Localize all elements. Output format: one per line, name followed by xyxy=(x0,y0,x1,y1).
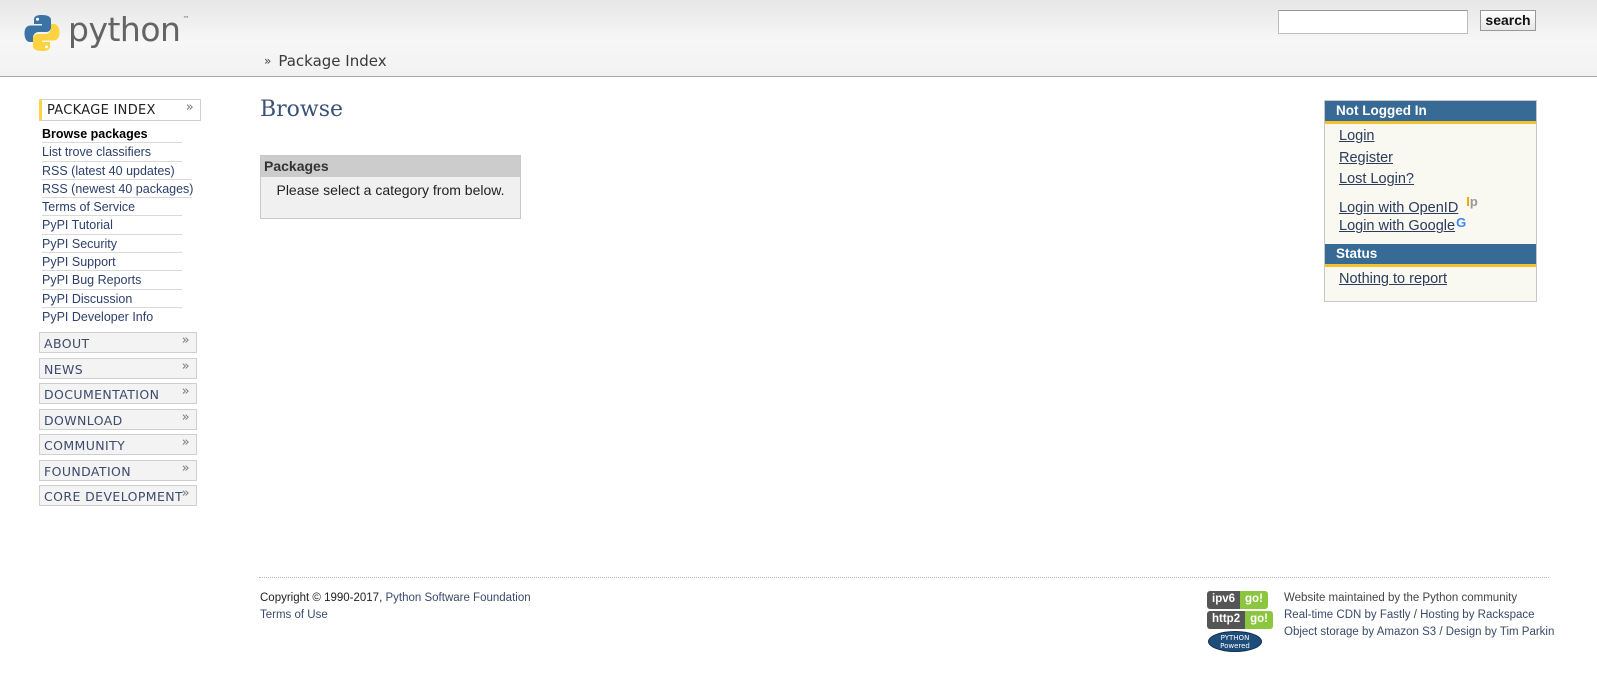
subnav-pypi-security[interactable]: PyPI Security xyxy=(42,235,182,254)
search-button[interactable]: search xyxy=(1480,10,1536,31)
subnav-pypi-support[interactable]: PyPI Support xyxy=(42,253,182,272)
chevron-right-icon: » xyxy=(181,384,190,400)
badge-left: ipv6 xyxy=(1207,591,1241,609)
fastly-link[interactable]: Real-time CDN by Fastly xyxy=(1284,609,1411,621)
subnav-pypi-discussion[interactable]: PyPI Discussion xyxy=(42,290,182,308)
page-title: Browse xyxy=(260,97,344,122)
nav-section-label: FOUNDATION xyxy=(44,463,132,479)
openid-icon[interactable]: Ip xyxy=(1466,191,1478,212)
http2-badge[interactable]: http2 go! xyxy=(1207,611,1275,629)
rackspace-link[interactable]: Hosting by Rackspace xyxy=(1420,609,1534,621)
copyright-text: Copyright © 1990-2017, xyxy=(260,592,383,604)
login-google-row: Login with GoogleG xyxy=(1339,212,1536,234)
not-logged-in-header: Not Logged In xyxy=(1325,101,1536,124)
logo-wordmark: python xyxy=(68,10,181,49)
amazon-s3-link[interactable]: Object storage by Amazon S3 xyxy=(1284,626,1436,638)
python-powered-line-1: PYTHON xyxy=(1220,634,1250,642)
login-link[interactable]: Login xyxy=(1339,126,1536,148)
package-index-subnav: Browse packages List trove classifiers R… xyxy=(39,125,201,326)
badge-right: go! xyxy=(1240,591,1268,609)
chevron-right-icon: » xyxy=(181,333,190,349)
chevron-right-icon: » xyxy=(185,100,194,115)
status-list: Nothing to report xyxy=(1325,267,1536,297)
credit-separator: / xyxy=(1436,626,1446,638)
subnav-pypi-developer-info[interactable]: PyPI Developer Info xyxy=(42,308,182,326)
nav-section-label: COMMUNITY xyxy=(44,438,126,454)
login-google-link[interactable]: Login with Google xyxy=(1339,218,1455,234)
packages-box: Packages Please select a category from b… xyxy=(260,155,521,219)
psf-link[interactable]: Python Software Foundation xyxy=(385,592,530,604)
copyright-line: Copyright © 1990-2017, Python Software F… xyxy=(260,590,531,607)
ipv6-badge[interactable]: ipv6 go! xyxy=(1207,591,1275,609)
nav-section-package-index[interactable]: PACKAGE INDEX » xyxy=(39,99,201,121)
terms-of-use-link[interactable]: Terms of Use xyxy=(260,607,531,624)
storage-line: Object storage by Amazon S3 / Design by … xyxy=(1284,624,1554,641)
lost-login-link[interactable]: Lost Login? xyxy=(1339,169,1536,191)
login-openid-row: Login with OpenID Ip xyxy=(1339,191,1536,216)
status-header: Status xyxy=(1325,243,1536,267)
nav-section-label: ABOUT xyxy=(44,336,90,352)
python-logo-icon xyxy=(24,15,60,51)
nav-section-label: NEWS xyxy=(44,361,84,377)
footer-left: Copyright © 1990-2017, Python Software F… xyxy=(260,590,531,624)
nav-section-label: PACKAGE INDEX xyxy=(47,103,156,118)
chevron-right-icon: » xyxy=(181,409,190,425)
chevron-right-icon: » xyxy=(181,460,190,476)
left-navigation: PACKAGE INDEX » Browse packages List tro… xyxy=(39,99,201,511)
packages-box-header: Packages xyxy=(261,156,520,177)
subnav-rss-latest[interactable]: RSS (latest 40 updates) xyxy=(42,162,192,180)
subnav-pypi-tutorial[interactable]: PyPI Tutorial xyxy=(42,216,182,235)
nav-section-foundation[interactable]: FOUNDATION » xyxy=(39,459,197,481)
subnav-browse-packages[interactable]: Browse packages xyxy=(42,125,182,144)
site-header: python ™ search » Package Index xyxy=(0,0,1597,77)
maintained-line: Website maintained by the Python communi… xyxy=(1284,592,1518,604)
subnav-terms-of-service[interactable]: Terms of Service xyxy=(42,198,182,217)
nav-section-community[interactable]: COMMUNITY » xyxy=(39,434,197,456)
cdn-line: Real-time CDN by Fastly / Hosting by Rac… xyxy=(1284,607,1554,624)
python-powered-badge[interactable]: PYTHON Powered xyxy=(1208,631,1262,652)
breadcrumb-package-index[interactable]: Package Index xyxy=(278,52,386,70)
account-panel: Not Logged In Login Register Lost Login?… xyxy=(1324,100,1537,302)
nav-section-label: DOCUMENTATION xyxy=(44,387,160,403)
nav-sections: ABOUT » NEWS » DOCUMENTATION » DOWNLOAD » CO… xyxy=(39,332,201,507)
badge-left: http2 xyxy=(1207,611,1246,629)
chevron-right-icon: » xyxy=(181,486,190,502)
chevron-right-icon: » xyxy=(181,358,190,374)
badge-right: go! xyxy=(1245,611,1273,629)
footer-credits: Website maintained by the Python communi… xyxy=(1284,590,1554,641)
footer-badges: ipv6 go! http2 go! PYTHON Powered xyxy=(1207,591,1275,652)
google-icon[interactable]: G xyxy=(1456,212,1466,233)
footer-divider xyxy=(259,577,1549,578)
register-link[interactable]: Register xyxy=(1339,148,1536,170)
nav-section-news[interactable]: NEWS » xyxy=(39,357,197,379)
nav-section-about[interactable]: ABOUT » xyxy=(39,332,197,354)
subnav-rss-newest[interactable]: RSS (newest 40 packages) xyxy=(42,180,193,199)
login-links: Login Register Lost Login? Login with Op… xyxy=(1325,124,1536,240)
packages-box-message: Please select a category from below. xyxy=(276,182,505,198)
python-logo[interactable]: python ™ xyxy=(22,12,197,62)
chevron-right-icon: » xyxy=(181,435,190,451)
breadcrumb-separator: » xyxy=(264,54,272,68)
nav-section-download[interactable]: DOWNLOAD » xyxy=(39,408,197,430)
python-powered-line-2: Powered xyxy=(1220,642,1250,650)
nav-section-core-development[interactable]: CORE DEVELOPMENT» xyxy=(39,485,197,507)
nav-section-label: CORE DEVELOPMENT xyxy=(44,489,184,505)
logo-trademark: ™ xyxy=(182,15,190,23)
tim-parkin-link[interactable]: Design by Tim Parkin xyxy=(1446,626,1555,638)
subnav-list-trove-classifiers[interactable]: List trove classifiers xyxy=(42,143,182,162)
breadcrumb: » Package Index xyxy=(264,52,387,70)
status-nothing-to-report-link[interactable]: Nothing to report xyxy=(1339,269,1536,291)
search-input[interactable] xyxy=(1278,10,1468,34)
nav-section-label: DOWNLOAD xyxy=(44,412,123,428)
nav-section-documentation[interactable]: DOCUMENTATION » xyxy=(39,383,197,405)
subnav-pypi-bug-reports[interactable]: PyPI Bug Reports xyxy=(42,271,182,290)
credit-separator: / xyxy=(1410,609,1421,621)
